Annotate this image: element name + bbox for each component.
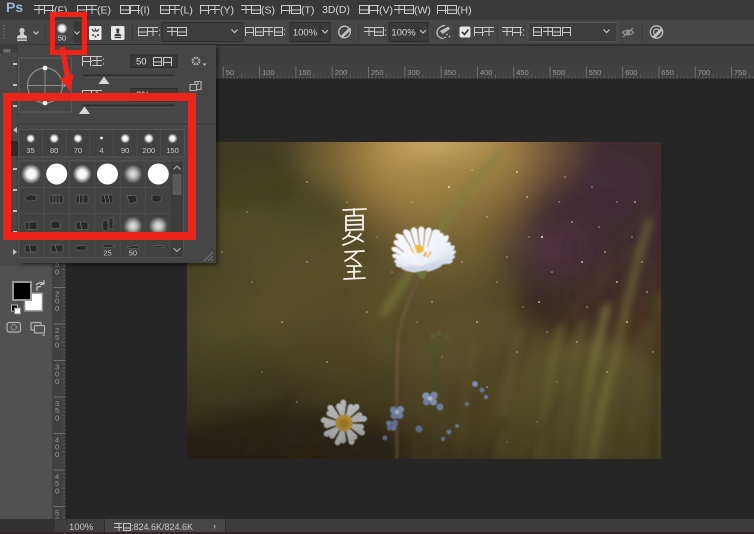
svg-text:25: 25	[103, 249, 111, 258]
svg-text:150: 150	[298, 68, 311, 77]
svg-text:200: 200	[335, 68, 348, 77]
svg-text:100%: 100%	[293, 28, 318, 39]
svg-text:0: 0	[55, 486, 59, 495]
svg-text:400: 400	[480, 68, 493, 77]
svg-text:50: 50	[226, 68, 234, 77]
svg-text:100%: 100%	[391, 28, 416, 39]
svg-text:350: 350	[444, 68, 457, 77]
svg-text:300: 300	[407, 68, 420, 77]
svg-text:0: 0	[55, 340, 59, 349]
svg-text:50: 50	[129, 249, 137, 258]
svg-text:750: 750	[734, 68, 747, 77]
svg-text:650: 650	[661, 68, 674, 77]
svg-text:700: 700	[698, 68, 711, 77]
svg-text:0: 0	[55, 377, 59, 386]
svg-text:0: 0	[55, 267, 59, 276]
svg-text:250: 250	[371, 68, 384, 77]
svg-text:0: 0	[55, 413, 59, 422]
svg-text:550: 550	[589, 68, 602, 77]
svg-text:100: 100	[262, 68, 275, 77]
svg-text:0: 0	[55, 450, 59, 459]
svg-text:600: 600	[625, 68, 638, 77]
svg-text:450: 450	[516, 68, 529, 77]
svg-text:0: 0	[55, 304, 59, 313]
svg-text:500: 500	[553, 68, 566, 77]
svg-text:50: 50	[136, 57, 147, 68]
